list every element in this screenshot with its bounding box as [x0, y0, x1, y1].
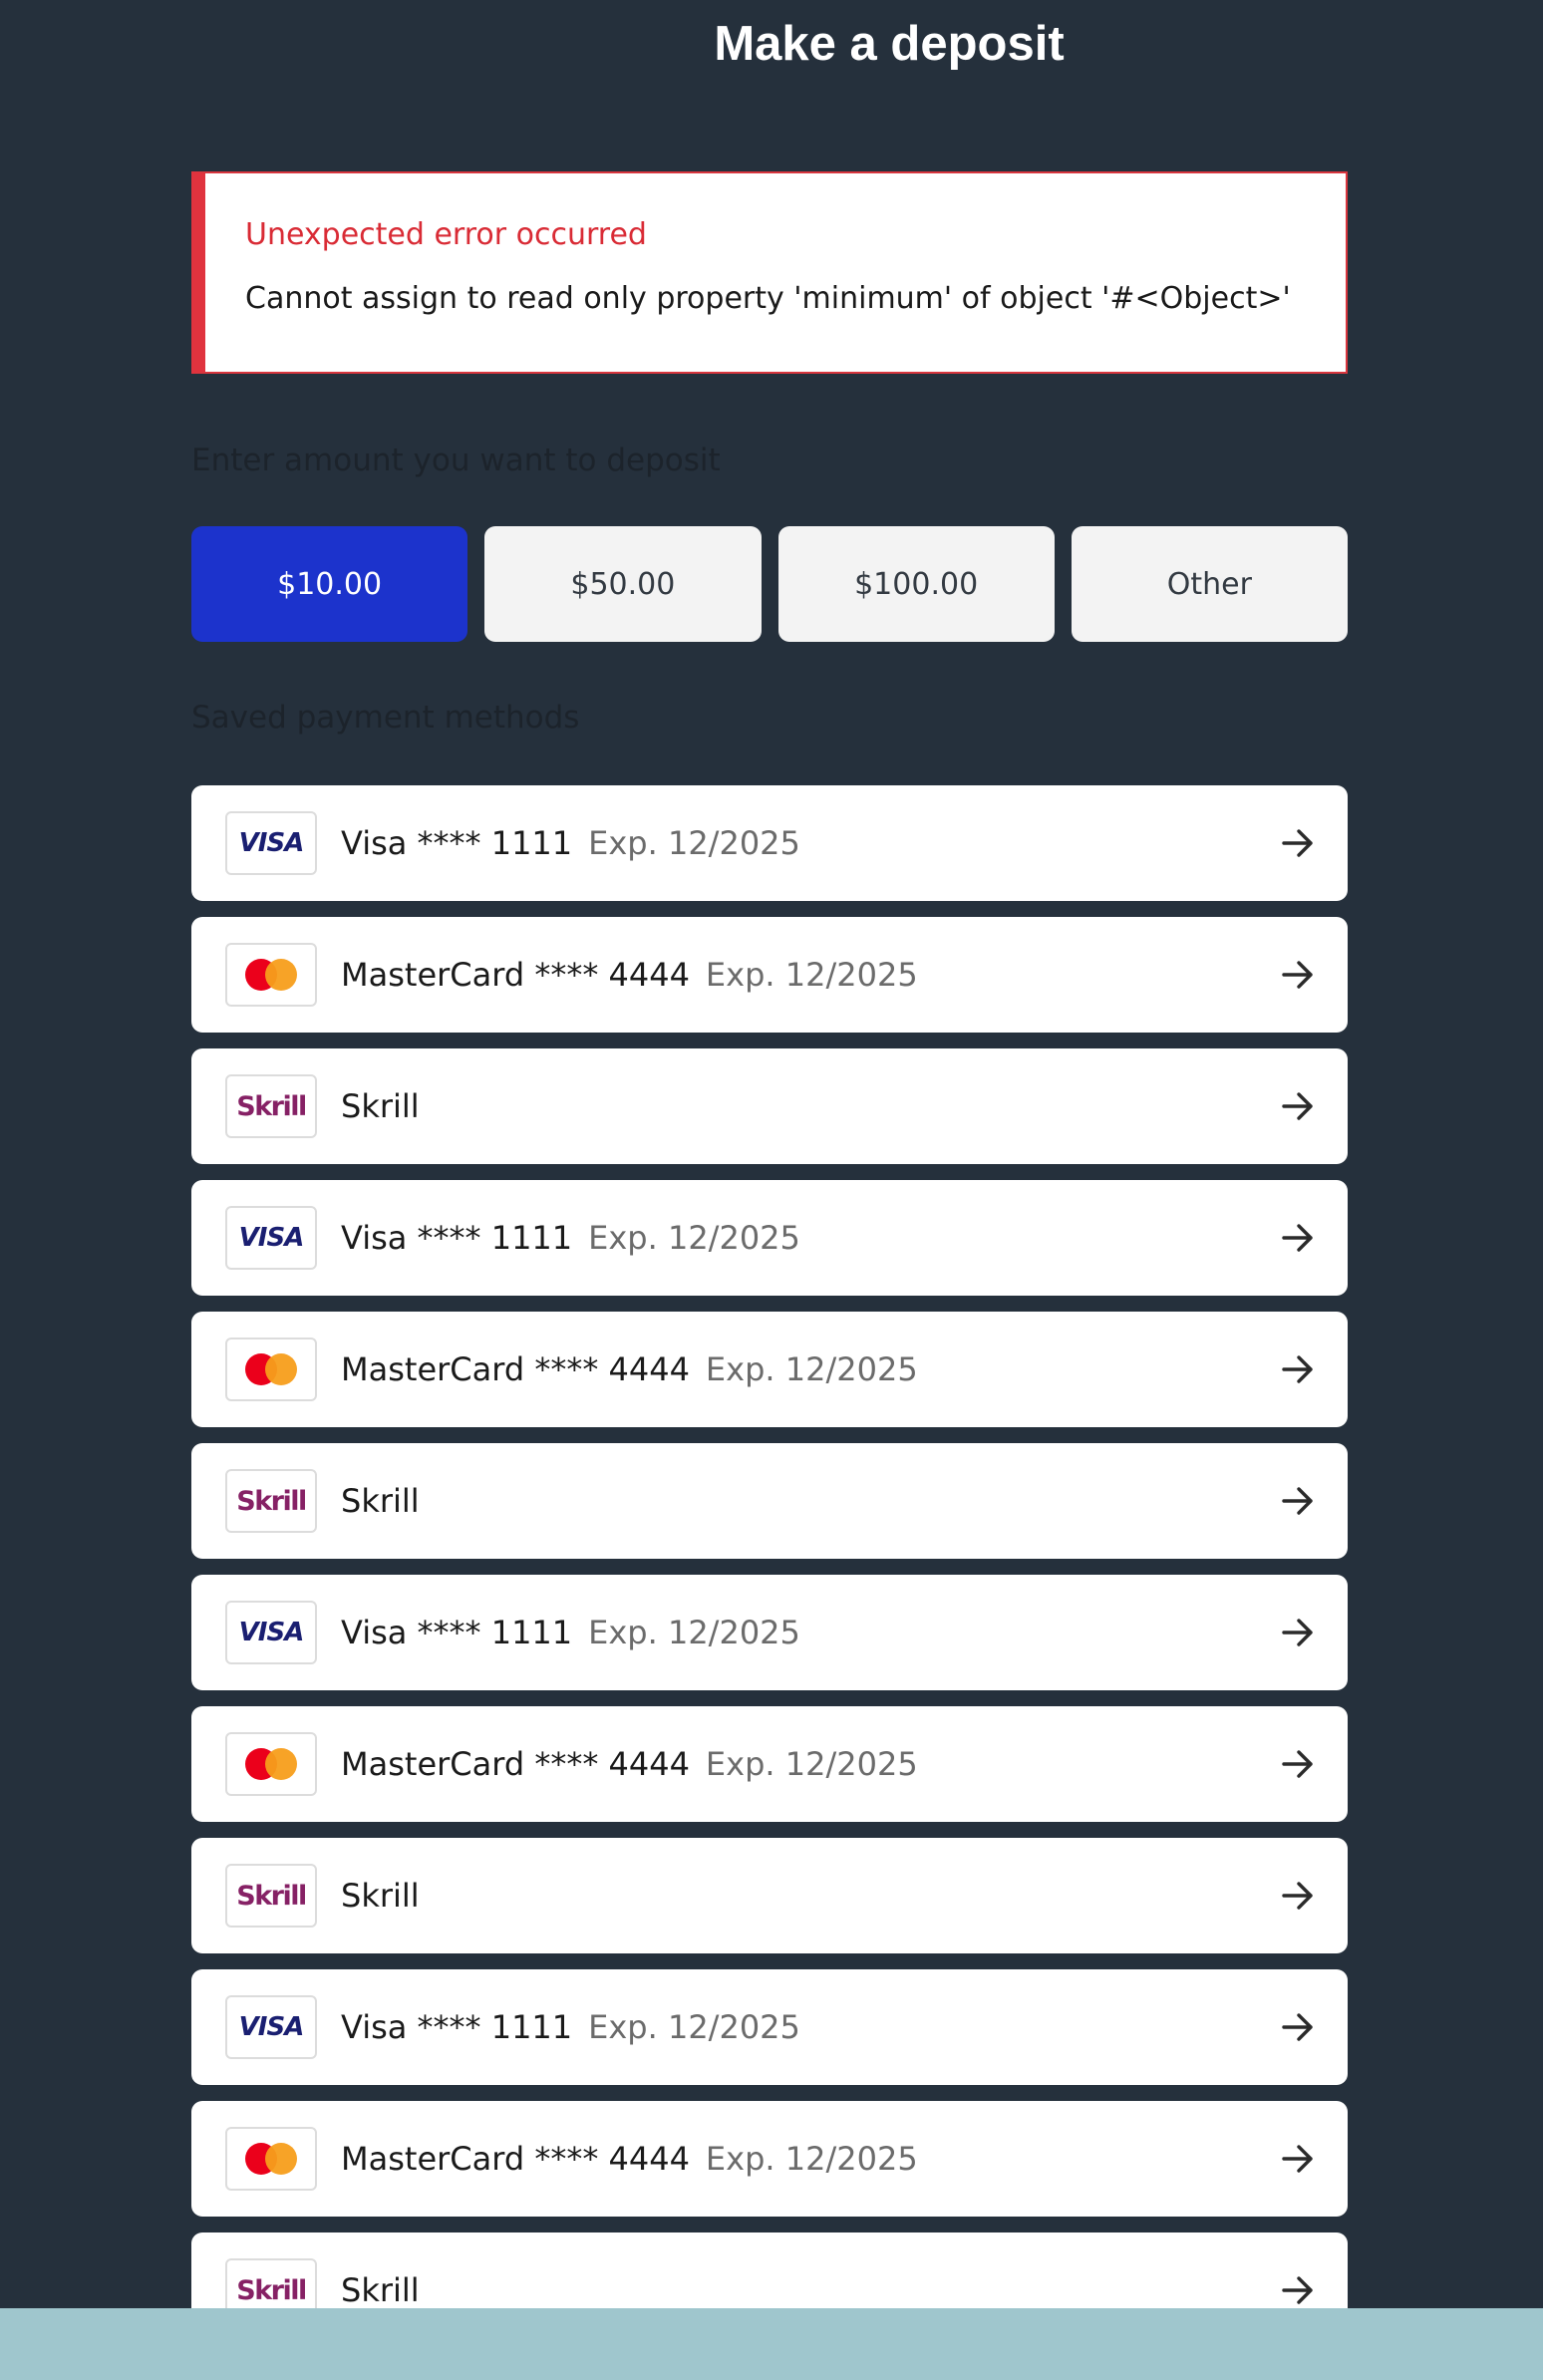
bottom-bar — [0, 2308, 1543, 2380]
arrow-right-icon[interactable] — [1278, 1218, 1318, 1258]
arrow-right-icon[interactable] — [1278, 2270, 1318, 2310]
arrow-right-icon[interactable] — [1278, 955, 1318, 995]
payment-method-name: Visa **** 1111 — [341, 1614, 573, 1651]
visa-logo-text: VISA — [238, 828, 305, 858]
payment-method-mastercard[interactable]: MasterCard **** 4444 Exp. 12/2025 — [191, 917, 1348, 1033]
arrow-right-icon[interactable] — [1278, 1744, 1318, 1784]
payment-method-name: Visa **** 1111 — [341, 2008, 573, 2046]
arrow-right-icon[interactable] — [1278, 1349, 1318, 1389]
visa-logo-icon: VISA — [225, 1995, 317, 2059]
payment-method-expiry: Exp. 12/2025 — [588, 2008, 800, 2046]
mastercard-logo-icon — [225, 1338, 317, 1401]
skrill-logo-text: Skrill — [236, 1485, 307, 1517]
payment-method-name: MasterCard **** 4444 — [341, 1350, 690, 1388]
payment-method-expiry: Exp. 12/2025 — [588, 824, 800, 862]
payment-method-mastercard[interactable]: MasterCard **** 4444 Exp. 12/2025 — [191, 1312, 1348, 1427]
arrow-right-icon[interactable] — [1278, 2007, 1318, 2047]
mastercard-logo-icon — [225, 2127, 317, 2191]
page-title: Make a deposit — [714, 17, 1065, 71]
payment-method-expiry: Exp. 12/2025 — [705, 2140, 918, 2178]
arrow-right-icon[interactable] — [1278, 1876, 1318, 1916]
amount-options: $10.00 $50.00 $100.00 Other — [191, 526, 1348, 642]
visa-logo-text: VISA — [238, 1618, 305, 1647]
arrow-right-icon[interactable] — [1278, 823, 1318, 863]
visa-logo-icon: VISA — [225, 1601, 317, 1664]
error-title: Unexpected error occurred — [245, 217, 647, 252]
skrill-logo-icon: Skrill — [225, 1074, 317, 1138]
payment-method-name: Skrill — [341, 1877, 420, 1915]
payment-method-name: Visa **** 1111 — [341, 1219, 573, 1257]
amount-option-100[interactable]: $100.00 — [777, 526, 1055, 642]
arrow-right-icon[interactable] — [1278, 1086, 1318, 1126]
amount-section-label: Enter amount you want to deposit — [191, 443, 721, 478]
payment-method-expiry: Exp. 12/2025 — [588, 1614, 800, 1651]
payment-section-label: Saved payment methods — [191, 700, 580, 736]
skrill-logo-text: Skrill — [236, 1090, 307, 1122]
arrow-right-icon[interactable] — [1278, 2139, 1318, 2179]
payment-method-name: Skrill — [341, 1482, 420, 1520]
payment-method-expiry: Exp. 12/2025 — [705, 1745, 918, 1783]
visa-logo-icon: VISA — [225, 1206, 317, 1270]
payment-method-name: MasterCard **** 4444 — [341, 956, 690, 994]
payment-method-name: Skrill — [341, 1087, 420, 1125]
arrow-right-icon[interactable] — [1278, 1481, 1318, 1521]
visa-logo-text: VISA — [238, 1223, 305, 1253]
payment-method-expiry: Exp. 12/2025 — [705, 956, 918, 994]
amount-option-10[interactable]: $10.00 — [191, 526, 468, 642]
amount-option-50[interactable]: $50.00 — [484, 526, 762, 642]
payment-method-skrill[interactable]: Skrill Skrill — [191, 1443, 1348, 1559]
payment-method-mastercard[interactable]: MasterCard **** 4444 Exp. 12/2025 — [191, 1706, 1348, 1822]
visa-logo-text: VISA — [238, 2012, 305, 2042]
payment-method-visa[interactable]: VISA Visa **** 1111 Exp. 12/2025 — [191, 1969, 1348, 2085]
payment-method-name: MasterCard **** 4444 — [341, 1745, 690, 1783]
payment-method-visa[interactable]: VISA Visa **** 1111 Exp. 12/2025 — [191, 1575, 1348, 1690]
payment-method-name: MasterCard **** 4444 — [341, 2140, 690, 2178]
payment-method-mastercard[interactable]: MasterCard **** 4444 Exp. 12/2025 — [191, 2101, 1348, 2217]
payment-method-name: Visa **** 1111 — [341, 824, 573, 862]
skrill-logo-text: Skrill — [236, 1880, 307, 1912]
payment-method-visa[interactable]: VISA Visa **** 1111 Exp. 12/2025 — [191, 1180, 1348, 1296]
visa-logo-icon: VISA — [225, 811, 317, 875]
error-message: Cannot assign to read only property 'min… — [245, 281, 1291, 316]
payment-method-expiry: Exp. 12/2025 — [588, 1219, 800, 1257]
payment-method-visa[interactable]: VISA Visa **** 1111 Exp. 12/2025 — [191, 785, 1348, 901]
error-alert: Unexpected error occurred Cannot assign … — [191, 171, 1348, 374]
skrill-logo-icon: Skrill — [225, 1864, 317, 1928]
payment-method-expiry: Exp. 12/2025 — [705, 1350, 918, 1388]
payment-method-name: Skrill — [341, 2271, 420, 2309]
payment-method-skrill[interactable]: Skrill Skrill — [191, 1048, 1348, 1164]
arrow-right-icon[interactable] — [1278, 1613, 1318, 1652]
mastercard-logo-icon — [225, 943, 317, 1007]
skrill-logo-text: Skrill — [236, 2274, 307, 2306]
amount-option-other[interactable]: Other — [1071, 526, 1348, 642]
skrill-logo-icon: Skrill — [225, 1469, 317, 1533]
payment-method-skrill[interactable]: Skrill Skrill — [191, 1838, 1348, 1953]
mastercard-logo-icon — [225, 1732, 317, 1796]
